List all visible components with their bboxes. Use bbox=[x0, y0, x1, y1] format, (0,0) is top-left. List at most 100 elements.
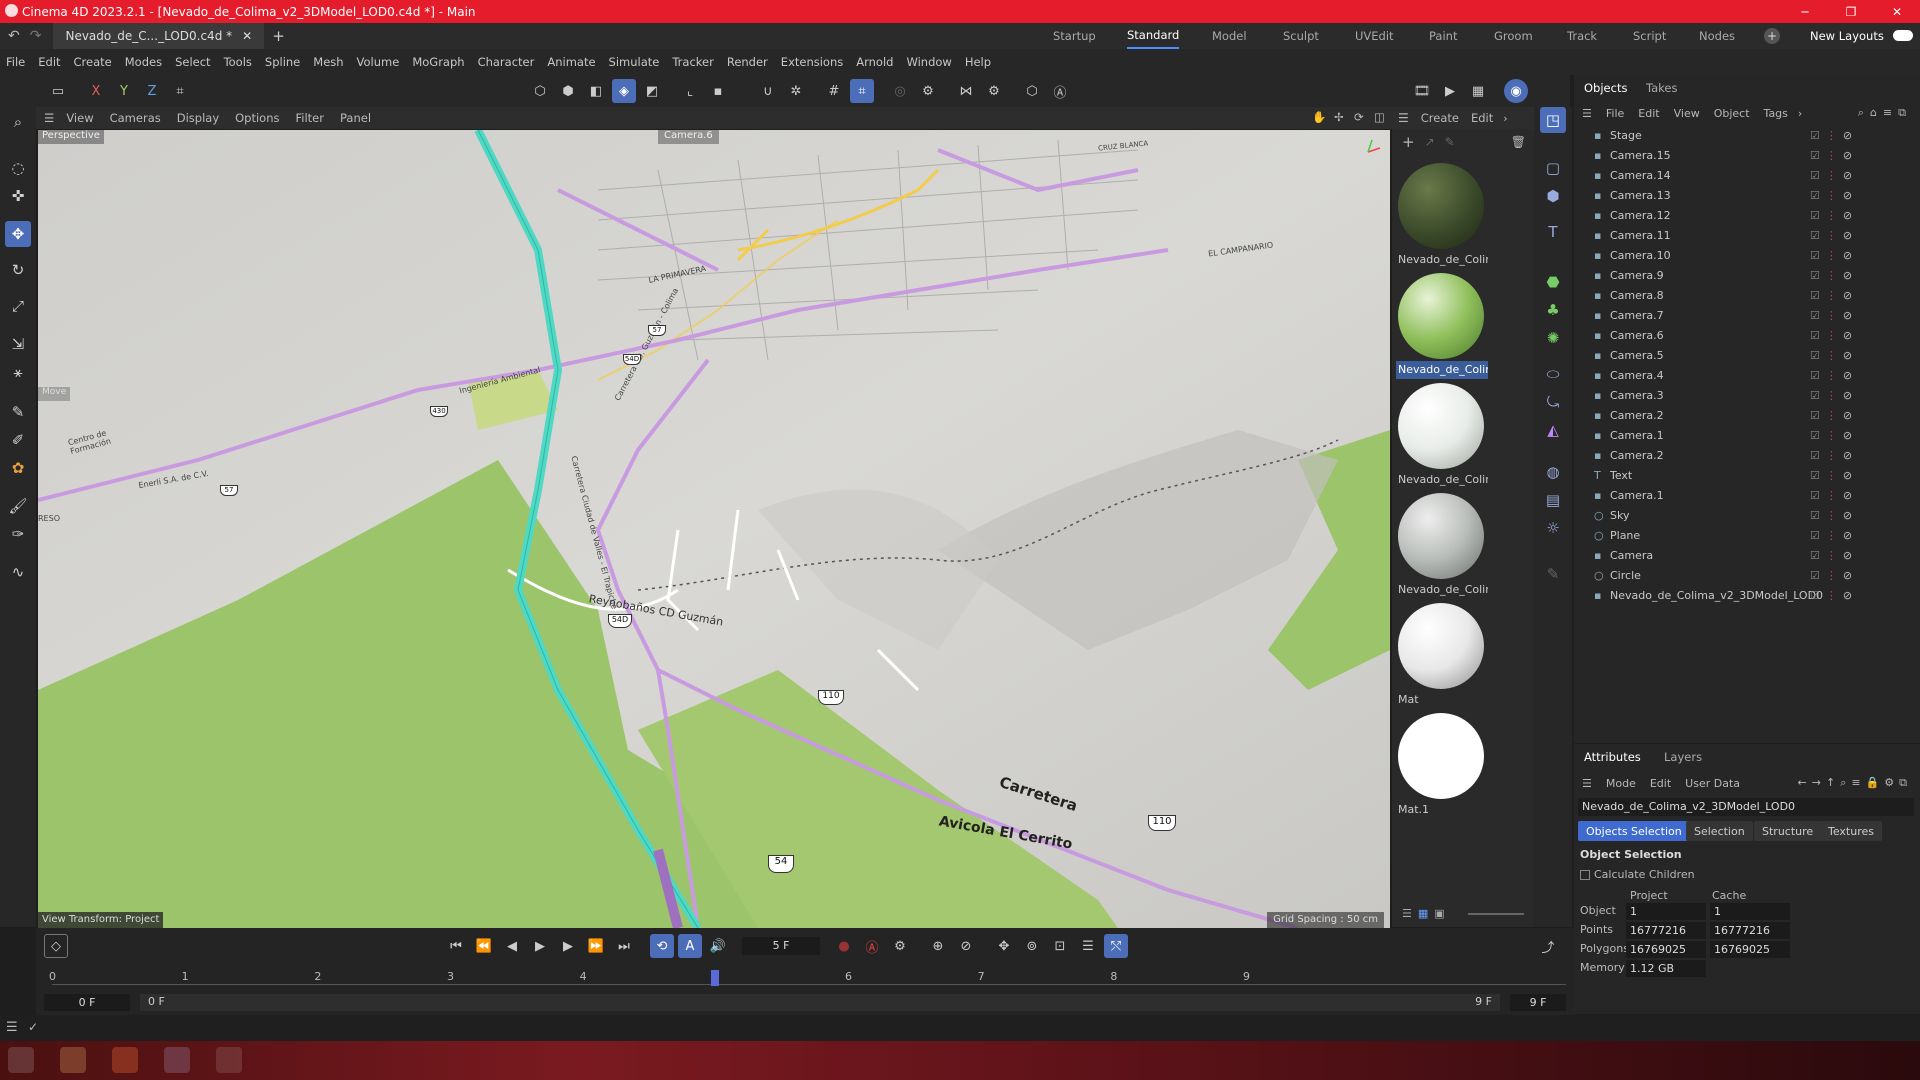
pan-view-icon[interactable]: ✋ bbox=[1312, 110, 1326, 124]
3d-viewport[interactable]: Carretera Avicola El Cerrito Reynobaños … bbox=[38, 130, 1390, 928]
point-level-icon[interactable]: ☰ bbox=[1076, 934, 1100, 958]
object-search-icon[interactable]: ⌕⌂≡⧉ bbox=[1858, 106, 1912, 120]
object-menu-more-icon[interactable]: › bbox=[1798, 107, 1802, 120]
pla-key-icon[interactable]: ⊡ bbox=[1048, 934, 1072, 958]
tag-icon[interactable]: ⊘ bbox=[1843, 489, 1852, 502]
workplane-icon[interactable]: ⌞ bbox=[678, 79, 702, 103]
taskbar-app-icon[interactable] bbox=[60, 1047, 86, 1073]
field-icon[interactable]: ⬭ bbox=[1540, 361, 1566, 387]
editor-render-dots-icon[interactable]: ⋮ bbox=[1826, 209, 1837, 222]
editor-render-dots-icon[interactable]: ⋮ bbox=[1826, 549, 1837, 562]
visibility-checkbox-icon[interactable]: ☑ bbox=[1810, 469, 1820, 482]
editor-render-dots-icon[interactable]: ⋮ bbox=[1826, 329, 1837, 342]
tag-icon[interactable]: ⊘ bbox=[1843, 209, 1852, 222]
search-icon[interactable]: ⌕ bbox=[5, 109, 31, 135]
add-layout-icon[interactable]: + bbox=[1764, 28, 1780, 44]
layout-tab-model[interactable]: Model bbox=[1212, 23, 1247, 49]
close-tab-icon[interactable]: ✕ bbox=[242, 29, 252, 43]
cube-primitive-icon[interactable]: ▢ bbox=[1540, 155, 1566, 181]
tag-icon[interactable]: ⊘ bbox=[1843, 149, 1852, 162]
visibility-checkbox-icon[interactable]: ☑ bbox=[1810, 249, 1820, 262]
keyframe-icon[interactable]: ◇ bbox=[44, 934, 68, 958]
minimize-button[interactable]: ─ bbox=[1782, 0, 1828, 23]
environment-icon[interactable]: ◍ bbox=[1540, 459, 1566, 485]
camera-object-icon[interactable]: ▤ bbox=[1540, 487, 1566, 513]
sketch-tool-icon[interactable]: ✐ bbox=[5, 427, 31, 453]
material-more-icon[interactable]: › bbox=[1503, 112, 1507, 125]
visibility-checkbox-icon[interactable]: ☑ bbox=[1810, 409, 1820, 422]
object-row[interactable]: ▪ Camera.11 ☑ ⋮ ⊘ bbox=[1574, 225, 1920, 245]
visibility-checkbox-icon[interactable]: ☑ bbox=[1810, 529, 1820, 542]
tab-selection[interactable]: Selection bbox=[1686, 821, 1753, 841]
editor-render-dots-icon[interactable]: ⋮ bbox=[1826, 509, 1837, 522]
viewport-menu-panel[interactable]: Panel bbox=[340, 111, 371, 125]
editor-render-dots-icon[interactable]: ⋮ bbox=[1826, 169, 1837, 182]
menu-mograph[interactable]: MoGraph bbox=[412, 55, 464, 69]
object-row[interactable]: ▪ Camera.15 ☑ ⋮ ⊘ bbox=[1574, 145, 1920, 165]
object-hamburger-icon[interactable]: ☰ bbox=[1582, 107, 1592, 120]
texture-mode-icon[interactable]: ◩ bbox=[640, 79, 664, 103]
rotate-tool-icon[interactable]: ↻ bbox=[5, 257, 31, 283]
rotate-view-icon[interactable]: ⟳ bbox=[1354, 110, 1364, 124]
edit-render-settings-icon[interactable]: ▦ bbox=[1466, 79, 1490, 103]
object-row[interactable]: ▪ Camera.7 ☑ ⋮ ⊘ bbox=[1574, 305, 1920, 325]
editor-render-dots-icon[interactable]: ⋮ bbox=[1826, 429, 1837, 442]
tab-objects-selection[interactable]: Objects Selection bbox=[1578, 821, 1690, 841]
tag-icon[interactable]: ⊘ bbox=[1843, 329, 1852, 342]
editor-render-dots-icon[interactable]: ⋮ bbox=[1826, 409, 1837, 422]
object-row[interactable]: ▪ Camera.2 ☑ ⋮ ⊘ bbox=[1574, 445, 1920, 465]
object-row[interactable]: ▪ Nevado_de_Colima_v2_3DModel_LOD0 ☑ ⋮ ⊘ bbox=[1574, 585, 1920, 605]
material-edit-icon[interactable]: ✎ bbox=[1445, 135, 1455, 149]
thumbnail-size-slider[interactable] bbox=[1468, 913, 1524, 915]
visibility-checkbox-icon[interactable]: ☑ bbox=[1810, 189, 1820, 202]
object-row[interactable]: ▪ Camera.2 ☑ ⋮ ⊘ bbox=[1574, 405, 1920, 425]
menu-edit[interactable]: Edit bbox=[38, 55, 60, 69]
tag-icon[interactable]: ⊘ bbox=[1843, 289, 1852, 302]
menu-file[interactable]: File bbox=[6, 55, 25, 69]
undo-stack-icon[interactable]: ▭ bbox=[46, 79, 70, 103]
object-row[interactable]: ▪ Camera.8 ☑ ⋮ ⊘ bbox=[1574, 285, 1920, 305]
preview-range-icon[interactable]: A bbox=[678, 934, 702, 958]
object-row[interactable]: ▪ Camera.1 ☑ ⋮ ⊘ bbox=[1574, 425, 1920, 445]
tag-icon[interactable]: ⊘ bbox=[1843, 389, 1852, 402]
tag-icon[interactable]: ⊘ bbox=[1843, 129, 1852, 142]
menu-select[interactable]: Select bbox=[175, 55, 210, 69]
layout-tab-startup[interactable]: Startup bbox=[1053, 23, 1096, 49]
editor-render-dots-icon[interactable]: ⋮ bbox=[1826, 489, 1837, 502]
maximize-button[interactable]: ❐ bbox=[1828, 0, 1874, 23]
layout-tab-uvedit[interactable]: UVEdit bbox=[1355, 23, 1394, 49]
delete-material-icon[interactable]: 🗑 bbox=[1511, 135, 1526, 149]
tab-objects[interactable]: Objects bbox=[1584, 81, 1627, 95]
auto-key-icon[interactable]: Ⓐ bbox=[1048, 79, 1072, 103]
maximize-view-icon[interactable]: ◫ bbox=[1374, 110, 1385, 124]
previous-key-icon[interactable]: ⏪ bbox=[472, 934, 496, 958]
keyframe-selection-icon[interactable]: ⚙ bbox=[888, 934, 912, 958]
editor-render-dots-icon[interactable]: ⋮ bbox=[1826, 189, 1837, 202]
start-frame-field[interactable]: 0 F bbox=[44, 994, 130, 1011]
tab-takes[interactable]: Takes bbox=[1646, 81, 1678, 95]
visibility-checkbox-icon[interactable]: ☑ bbox=[1810, 429, 1820, 442]
tag-icon[interactable]: ⊘ bbox=[1843, 409, 1852, 422]
visibility-checkbox-icon[interactable]: ☑ bbox=[1810, 489, 1820, 502]
material-card[interactable]: Nevado_de_Colim bbox=[1396, 381, 1488, 491]
editor-render-dots-icon[interactable]: ⋮ bbox=[1826, 529, 1837, 542]
spline-pen-icon[interactable]: ✎ bbox=[5, 399, 31, 425]
layout-tab-script[interactable]: Script bbox=[1633, 23, 1666, 49]
model-mode-icon[interactable]: ◈ bbox=[612, 79, 636, 103]
taskbar-app-icon[interactable] bbox=[8, 1047, 34, 1073]
edges-mode-icon[interactable]: ⬢ bbox=[556, 79, 580, 103]
mograph-cloner-icon[interactable]: ♣ bbox=[1540, 297, 1566, 323]
tab-textures[interactable]: Textures bbox=[1820, 821, 1882, 841]
menu-character[interactable]: Character bbox=[478, 55, 535, 69]
tag-icon[interactable]: ⊘ bbox=[1843, 349, 1852, 362]
editor-render-dots-icon[interactable]: ⋮ bbox=[1826, 309, 1837, 322]
layout-tab-paint[interactable]: Paint bbox=[1429, 23, 1457, 49]
visibility-checkbox-icon[interactable]: ☑ bbox=[1810, 289, 1820, 302]
loop-icon[interactable]: ⟲ bbox=[650, 934, 674, 958]
render-view-icon[interactable]: 🎞 bbox=[1410, 79, 1434, 103]
object-row[interactable]: ▪ Camera.4 ☑ ⋮ ⊘ bbox=[1574, 365, 1920, 385]
tag-icon[interactable]: ⊘ bbox=[1843, 529, 1852, 542]
editor-render-dots-icon[interactable]: ⋮ bbox=[1826, 589, 1837, 602]
editor-render-dots-icon[interactable]: ⋮ bbox=[1826, 229, 1837, 242]
quantize-icon[interactable]: ⌗ bbox=[850, 79, 874, 103]
